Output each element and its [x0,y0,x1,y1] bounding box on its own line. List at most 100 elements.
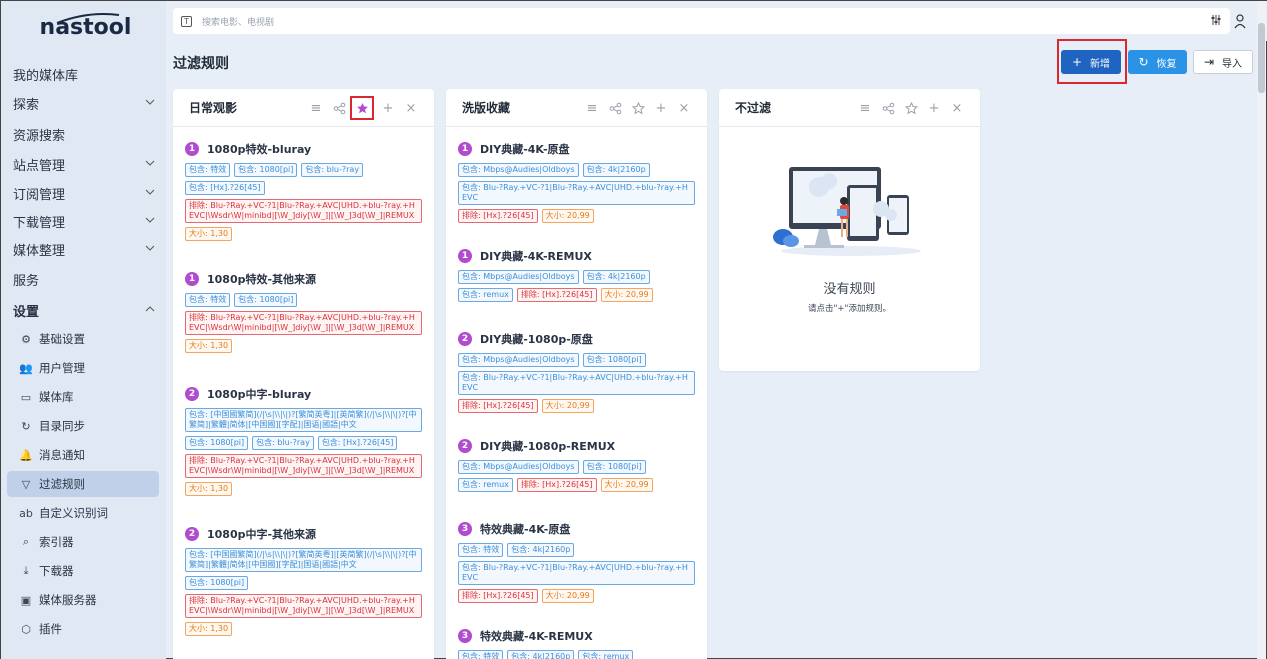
sidebar-item[interactable]: 资源搜索 [1,121,166,147]
include-tag: 包含: 1080[pi] [582,460,646,474]
size-tag: 大小: 20,99 [541,589,594,603]
rule-item[interactable]: 2 DIY典藏-1080p-原盘 包含: Mbps@Audies|Oldboys 包含… [458,331,695,417]
filter-settings-icon[interactable] [1210,14,1222,29]
settings-item[interactable]: ↻ 目录同步 [7,413,159,439]
search-input[interactable]: T 搜索电影、电视剧 [173,8,1230,34]
rule-item[interactable]: 1 DIY典藏-4K-原盘 包含: Mbps@Audies|Oldboys 包含: 4… [458,141,695,227]
app-logo[interactable]: nastool [1,1,166,53]
close-icon[interactable]: × [402,99,420,117]
share-icon[interactable] [330,99,348,117]
close-icon[interactable]: × [948,99,966,117]
rule-name: 特效典藏-4K-原盘 [480,523,571,536]
default-star-icon[interactable] [350,96,374,120]
add-icon[interactable]: + [652,99,670,117]
settings-item-icon: ⤓ [23,564,29,577]
include-tag: 包含: 特效 [458,650,504,659]
star-icon[interactable] [902,99,920,117]
settings-item-label: 基础设置 [39,332,85,346]
sidebar-item[interactable]: 我的媒体库 [1,61,166,87]
settings-item[interactable]: ⚙ 基础设置 [7,326,159,352]
include-tag: 包含: Blu-?Ray.+VC-?1|Blu-?Ray.+AVC|UHD.+b… [458,181,695,205]
card-header: 洗版收藏 ≡ + × [446,89,707,127]
chevron-down-icon [145,245,155,251]
menu-icon[interactable]: ≡ [856,99,874,117]
close-icon[interactable]: × [675,99,693,117]
rule-title: 2 DIY典藏-1080p-REMUX [458,438,695,454]
settings-item[interactable]: ▭ 媒体库 [7,384,159,410]
rule-title: 1 1080p特效-bluray [185,141,422,157]
page-scrollbar[interactable] [1257,1,1266,659]
import-button[interactable]: ⇥ 导入 [1193,50,1253,74]
rule-item[interactable]: 1 1080p特效-bluray 包含: 特效 包含: 1080[pi] 包含: blu… [185,141,422,245]
include-tag: 包含: 4k|2160p [507,650,575,659]
refresh-icon: ↻ [1138,55,1149,69]
priority-badge: 1 [185,142,199,156]
rule-item[interactable]: 1 1080p特效-其他来源 包含: 特效 包含: 1080[pi] 排除: Blu-?… [185,271,422,357]
settings-item[interactable]: ⬡ 插件 [7,616,159,642]
settings-item-icon: ⌕ [22,535,30,548]
size-tag: 大小: 1,30 [185,622,233,636]
rule-title: 1 1080p特效-其他来源 [185,271,422,287]
priority-badge: 3 [458,629,472,643]
settings-item[interactable]: ▣ 媒体服务器 [7,587,159,613]
add-rule-button[interactable]: + 新增 [1061,50,1121,74]
sidebar-item[interactable]: 服务 [1,266,166,292]
include-tag: 包含: 1080[pi] [185,576,249,590]
priority-badge: 1 [458,142,472,156]
settings-item[interactable]: 👥 用户管理 [7,355,159,381]
include-tag: 包含: 1080[pi] [582,353,646,367]
settings-item[interactable]: 🔔 消息通知 [7,442,159,468]
settings-item[interactable]: ⤓ 下载器 [7,558,159,584]
share-icon[interactable] [879,99,897,117]
restore-button[interactable]: ↻ 恢复 [1128,50,1187,74]
star-icon[interactable] [629,99,647,117]
sidebar-item-label: 服务 [13,273,40,289]
add-icon[interactable]: + [925,99,943,117]
include-tag: 包含: Mbps@Audies|Oldboys [458,460,579,474]
settings-item[interactable]: ab 自定义识别词 [7,500,159,526]
topbar: T 搜索电影、电视剧 [166,1,1267,41]
include-tag: 包含: 特效 [458,543,504,557]
user-icon[interactable] [1232,13,1248,29]
chevron-down-icon [145,160,155,166]
card-header: 不过滤 ≡ + × [719,89,980,127]
priority-badge: 1 [458,249,472,263]
rule-item[interactable]: 3 特效典藏-4K-原盘 包含: 特效 包含: 4k|2160p 包含: Blu-?Ra… [458,521,695,607]
settings-item[interactable]: ⌕ 索引器 [7,529,159,555]
rule-name: DIY典藏-1080p-REMUX [480,440,616,453]
sidebar-item[interactable]: 探索 [1,90,166,116]
include-tag: 包含: remux [458,288,513,302]
priority-badge: 2 [458,332,472,346]
add-icon[interactable]: + [379,99,397,117]
exclude-tag: 排除: Blu-?Ray.+VC-?1|Blu-?Ray.+AVC|UHD.+b… [185,311,422,335]
settings-item-label: 用户管理 [39,361,85,375]
card-title: 不过滤 [735,101,772,115]
share-icon[interactable] [606,99,624,117]
menu-icon[interactable]: ≡ [307,99,325,117]
sidebar: nastool 我的媒体库 探索 资源搜索 站点管理 订阅管理 下载管理 媒体整理 服务 设置 … [1,1,166,659]
rule-title: 2 1080p中字-其他来源 [185,526,422,542]
chevron-down-icon [145,189,155,195]
settings-item[interactable]: ▽ 过滤规则 [7,471,159,497]
chevron-down-icon [145,99,155,105]
rule-title: 3 特效典藏-4K-REMUX [458,628,695,644]
rule-name: DIY典藏-1080p-原盘 [480,333,593,346]
sidebar-item[interactable]: 媒体整理 [1,236,166,262]
rule-item[interactable]: 2 DIY典藏-1080p-REMUX 包含: Mbps@Audies|Oldboy… [458,438,695,496]
sidebar-item[interactable]: 下载管理 [1,208,166,234]
scrollbar-thumb[interactable] [1258,23,1265,93]
sidebar-item[interactable]: 站点管理 [1,151,166,177]
include-tag: 包含: remux [578,650,634,659]
rule-item[interactable]: 3 特效典藏-4K-REMUX 包含: 特效 包含: 4k|2160p 包含: remu… [458,628,695,659]
sidebar-item[interactable]: 设置 [1,297,166,323]
rule-item[interactable]: 1 DIY典藏-4K-REMUX 包含: Mbps@Audies|Oldboys 包含… [458,248,695,306]
size-tag: 大小: 20,99 [541,209,594,223]
menu-icon[interactable]: ≡ [583,99,601,117]
sidebar-item[interactable]: 订阅管理 [1,180,166,206]
size-tag: 大小: 20,99 [600,478,653,492]
sidebar-item-label: 探索 [13,97,40,113]
rule-name: DIY典藏-4K-原盘 [480,143,570,156]
rule-item[interactable]: 2 1080p中字-其他来源 包含: [中国國繁简](/|\s|\\|\|)?[繁简… [185,526,422,640]
rule-item[interactable]: 2 1080p中字-bluray 包含: [中国國繁简](/|\s|\\|\|)?[… [185,386,422,500]
include-tag: 包含: 特效 [185,163,231,177]
